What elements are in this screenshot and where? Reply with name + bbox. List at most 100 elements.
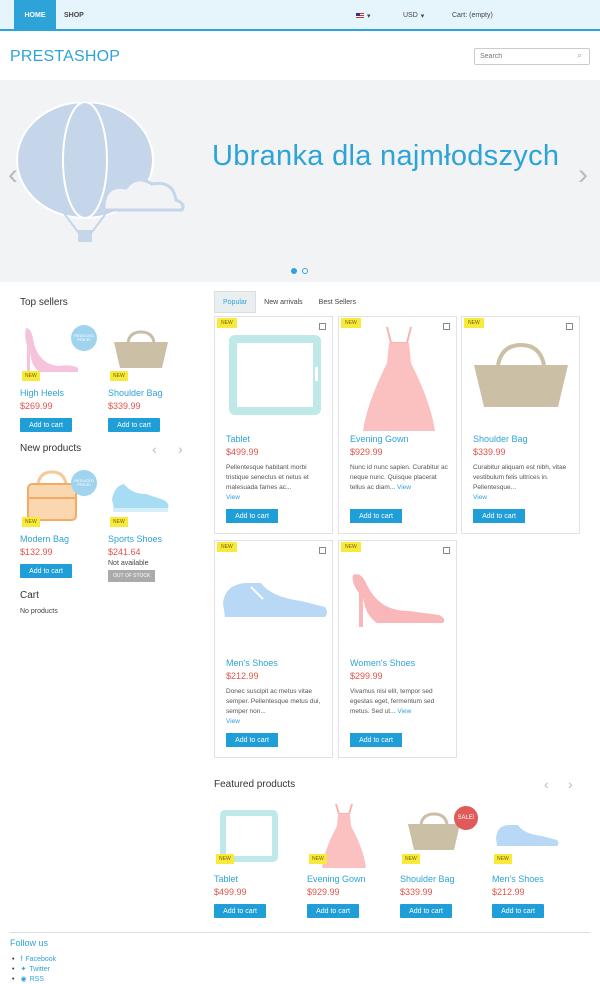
tab-popular[interactable]: Popular [214,291,257,313]
product-card[interactable]: NEW Men's Shoes $212.99 Donec suscipit a… [214,540,333,758]
shoulder-bag-image[interactable] [472,343,570,409]
compare-checkbox[interactable] [443,323,450,330]
slider-next-arrow[interactable]: › [578,160,588,190]
sports-shoes-image[interactable] [110,480,170,514]
cart-link[interactable]: Cart: (empty) [452,0,493,31]
product-name-link[interactable]: Men's Shoes [226,658,278,668]
add-to-cart-button[interactable]: Add to cart [400,904,452,918]
view-link[interactable]: View [397,708,411,715]
cart-empty-text: No products [20,608,58,615]
view-link[interactable]: View [226,718,240,725]
new-products-prev-arrow[interactable]: ‹ [152,441,157,457]
add-to-cart-button[interactable]: Add to cart [350,733,402,747]
twitter-link[interactable]: ✦Twitter [12,964,56,974]
new-badge: NEW [216,854,234,864]
featured-prev-arrow[interactable]: ‹ [544,776,549,792]
product-price: $339.99 [400,887,433,897]
add-to-cart-button[interactable]: Add to cart [226,509,278,523]
product-card[interactable]: NEW Women's Shoes $299.99 Vivamus nisi e… [338,540,457,758]
cart-label: Cart: (empty) [452,12,493,19]
balloon-illustration [16,102,185,242]
product-price: $499.99 [214,887,247,897]
product-description: Curabitur aliquam est nibh, vitae vestib… [473,464,567,501]
tablet-image[interactable] [227,333,323,417]
nav-shop-tab[interactable]: SHOP [64,0,84,31]
product-name-link[interactable]: Evening Gown [350,434,409,444]
evening-gown-image[interactable] [320,802,368,868]
slider-dot-active[interactable] [291,268,297,274]
facebook-icon: f [20,955,23,963]
view-link[interactable]: View [397,484,411,491]
new-badge: NEW [110,517,128,527]
language-selector[interactable]: ▾ [356,0,371,31]
compare-checkbox[interactable] [319,547,326,554]
product-name-link[interactable]: Men's Shoes [492,874,544,884]
facebook-link[interactable]: fFacebook [12,954,56,964]
product-card[interactable]: NEW Evening Gown $929.99 Nunc id nunc sa… [338,316,457,534]
product-name-link[interactable]: Sports Shoes [108,534,162,544]
slider-dot[interactable] [302,268,308,274]
rss-label: RSS [29,975,44,983]
slider-prev-arrow[interactable]: ‹ [8,160,18,190]
product-name-link[interactable]: Modern Bag [20,534,69,544]
product-name-link[interactable]: Shoulder Bag [473,434,528,444]
product-card[interactable]: NEW Tablet $499.99 Pellentesque habitant… [214,316,333,534]
new-badge: NEW [110,371,128,381]
add-to-cart-button[interactable]: Add to cart [214,904,266,918]
add-to-cart-button[interactable]: Add to cart [350,509,402,523]
twitter-label: Twitter [29,965,50,973]
us-flag-icon [356,13,364,18]
add-to-cart-button[interactable]: Add to cart [307,904,359,918]
womens-shoes-image[interactable] [349,567,449,629]
product-name-link[interactable]: Shoulder Bag [400,874,455,884]
featured-next-arrow[interactable]: › [568,776,573,792]
sale-badge: SALE! [454,806,478,830]
mens-shoes-image[interactable] [494,822,560,848]
tab-new-arrivals[interactable]: New arrivals [256,291,311,313]
new-badge: NEW [494,854,512,864]
product-name-link[interactable]: Evening Gown [307,874,366,884]
compare-checkbox[interactable] [566,323,573,330]
new-products-next-arrow[interactable]: › [178,441,183,457]
compare-checkbox[interactable] [319,323,326,330]
out-of-stock-label: OUT OF STOCK [108,570,156,582]
product-price: $241.64 [108,547,141,557]
currency-selector[interactable]: USD ▾ [403,0,424,31]
new-badge: NEW [464,318,484,328]
add-to-cart-button[interactable]: Add to cart [492,904,544,918]
product-description: Pellentesque habitant morbi tristique se… [226,464,309,501]
hero-slider: Ubranka dla najmłodszych ‹ › [0,80,600,282]
compare-checkbox[interactable] [443,547,450,554]
add-to-cart-button[interactable]: Add to cart [108,418,160,432]
rss-icon: ◉ [20,976,27,983]
featured-products-title: Featured products [214,779,296,790]
add-to-cart-button[interactable]: Add to cart [473,509,525,523]
view-link[interactable]: View [226,494,240,501]
product-price: $929.99 [307,887,340,897]
mens-shoes-image[interactable] [221,577,329,623]
product-name-link[interactable]: Shoulder Bag [108,388,163,398]
product-price: $212.99 [492,887,525,897]
product-name-link[interactable]: Tablet [214,874,238,884]
search-icon[interactable]: ⌕ [577,50,582,61]
search-input[interactable] [474,48,590,65]
footer-divider [10,932,590,933]
caret-down-icon: ▾ [420,12,425,20]
shoulder-bag-image[interactable] [112,330,170,370]
add-to-cart-button[interactable]: Add to cart [20,418,72,432]
product-card[interactable]: NEW Shoulder Bag $339.99 Curabitur aliqu… [461,316,580,534]
new-products-title: New products [20,443,82,454]
shop-logo[interactable]: PRESTASHOP [10,48,120,66]
add-to-cart-button[interactable]: Add to cart [226,733,278,747]
product-price: $499.99 [226,447,259,457]
add-to-cart-button[interactable]: Add to cart [20,564,72,578]
product-name-link[interactable]: Tablet [226,434,250,444]
nav-home-tab[interactable]: HOME [14,0,56,31]
rss-link[interactable]: ◉RSS [12,974,56,984]
slide-title: Ubranka dla najmłodszych [212,140,560,172]
view-link[interactable]: View [473,494,487,501]
product-name-link[interactable]: High Heels [20,388,64,398]
evening-gown-image[interactable] [361,323,437,431]
product-name-link[interactable]: Women's Shoes [350,658,415,668]
tab-best-sellers[interactable]: Best Sellers [311,291,364,313]
